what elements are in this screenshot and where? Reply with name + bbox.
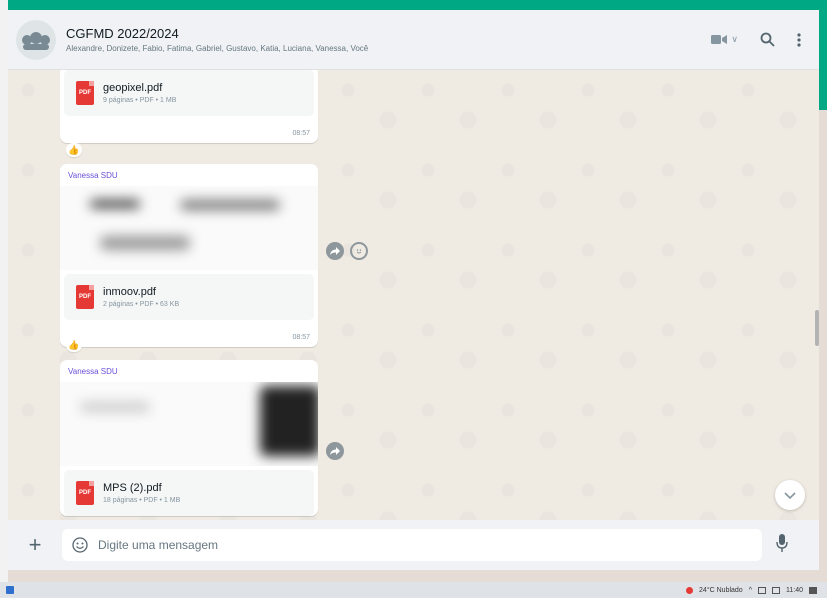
notification-icon[interactable] — [809, 586, 817, 594]
weather-icon[interactable] — [686, 586, 694, 594]
message-time: 08:57 — [292, 334, 310, 341]
clock[interactable]: 11:40 — [786, 587, 803, 594]
blurred-preview — [100, 236, 190, 250]
react-button[interactable] — [350, 242, 368, 260]
pdf-file-icon: PDF — [76, 285, 94, 309]
document-preview[interactable] — [60, 186, 318, 270]
smiley-icon — [356, 249, 362, 254]
forward-button[interactable] — [326, 242, 344, 260]
microphone-icon — [776, 533, 788, 552]
message-input[interactable] — [98, 538, 762, 552]
chevron-up-icon[interactable]: ^ — [749, 587, 752, 594]
video-camera-icon — [711, 35, 728, 44]
message-bubble[interactable]: Vanessa SDU PDF inmoov.pdf 2 páginas • P… — [60, 164, 318, 347]
more-vertical-icon — [797, 32, 801, 47]
document-preview[interactable] — [60, 382, 318, 466]
search-icon — [760, 32, 775, 47]
chevron-down-icon — [784, 491, 796, 499]
group-members: Alexandre, Donizete, Fabio, Fatima, Gabr… — [66, 44, 369, 53]
voice-message-button[interactable] — [776, 533, 788, 557]
scroll-to-bottom-button[interactable] — [775, 480, 805, 510]
network-icon[interactable] — [758, 586, 766, 594]
whatsapp-window: CGFMD 2022/2024 Alexandre, Donizete, Fab… — [8, 0, 827, 582]
group-avatar[interactable] — [16, 19, 56, 60]
top-accent-bar — [8, 0, 827, 10]
os-taskbar: 24°C Nublado ^ 11:40 — [0, 582, 827, 598]
header-info[interactable]: CGFMD 2022/2024 Alexandre, Donizete, Fab… — [66, 26, 711, 53]
file-attachment[interactable]: PDF MPS (2).pdf 18 páginas • PDF • 1 MB — [64, 470, 314, 516]
forward-button[interactable] — [326, 442, 344, 460]
file-info: geopixel.pdf 9 páginas • PDF • 1 MB — [103, 82, 176, 104]
composer-bar: + — [8, 520, 819, 570]
blurred-preview — [180, 200, 280, 210]
file-attachment[interactable]: PDF inmoov.pdf 2 páginas • PDF • 63 KB — [64, 274, 314, 320]
weather-text[interactable]: 24°C Nublado — [699, 587, 743, 594]
chat-header[interactable]: CGFMD 2022/2024 Alexandre, Donizete, Fab… — [8, 10, 819, 70]
message-bubble[interactable]: PDF geopixel.pdf 9 páginas • PDF • 1 MB … — [60, 70, 318, 143]
reaction-badge[interactable]: 👍 — [66, 338, 82, 352]
group-avatar-icon — [22, 31, 50, 50]
sender-name: Vanessa SDU — [68, 367, 118, 376]
scrollbar-thumb[interactable] — [815, 310, 819, 346]
sender-name: Vanessa SDU — [68, 171, 118, 180]
header-actions: ∨ — [711, 32, 801, 47]
blurred-preview — [260, 386, 318, 456]
message-bubble[interactable]: Vanessa SDU PDF MPS (2).pdf 18 páginas •… — [60, 360, 318, 516]
chevron-down-icon: ∨ — [731, 34, 738, 44]
file-info: inmoov.pdf 2 páginas • PDF • 63 KB — [103, 286, 179, 308]
volume-icon[interactable] — [772, 586, 780, 594]
file-name: geopixel.pdf — [103, 82, 163, 94]
file-name: inmoov.pdf — [103, 286, 156, 298]
message-time: 08:57 — [292, 130, 310, 137]
reaction-badge[interactable]: 👍 — [66, 143, 82, 157]
blurred-preview — [80, 402, 150, 412]
emoji-icon[interactable] — [72, 537, 88, 553]
forward-icon — [330, 247, 340, 255]
group-title: CGFMD 2022/2024 — [66, 26, 179, 41]
file-meta: 2 páginas • PDF • 63 KB — [103, 301, 180, 308]
pdf-file-icon: PDF — [76, 481, 94, 505]
video-call-button[interactable]: ∨ — [711, 34, 738, 45]
blurred-preview — [90, 200, 140, 208]
search-button[interactable] — [760, 32, 775, 47]
file-name: MPS (2).pdf — [103, 482, 162, 494]
file-meta: 18 páginas • PDF • 1 MB — [103, 497, 181, 504]
file-attachment[interactable]: PDF geopixel.pdf 9 páginas • PDF • 1 MB — [64, 70, 314, 116]
system-tray: 24°C Nublado ^ 11:40 — [686, 586, 817, 594]
start-icon[interactable] — [6, 586, 14, 594]
attach-button[interactable]: + — [24, 534, 46, 556]
message-list[interactable]: PDF geopixel.pdf 9 páginas • PDF • 1 MB … — [8, 70, 819, 520]
message-box[interactable] — [62, 529, 762, 561]
pdf-file-icon: PDF — [76, 81, 94, 105]
file-meta: 9 páginas • PDF • 1 MB — [103, 97, 177, 104]
file-info: MPS (2).pdf 18 páginas • PDF • 1 MB — [103, 482, 180, 504]
menu-button[interactable] — [797, 32, 801, 47]
forward-icon — [330, 447, 340, 455]
